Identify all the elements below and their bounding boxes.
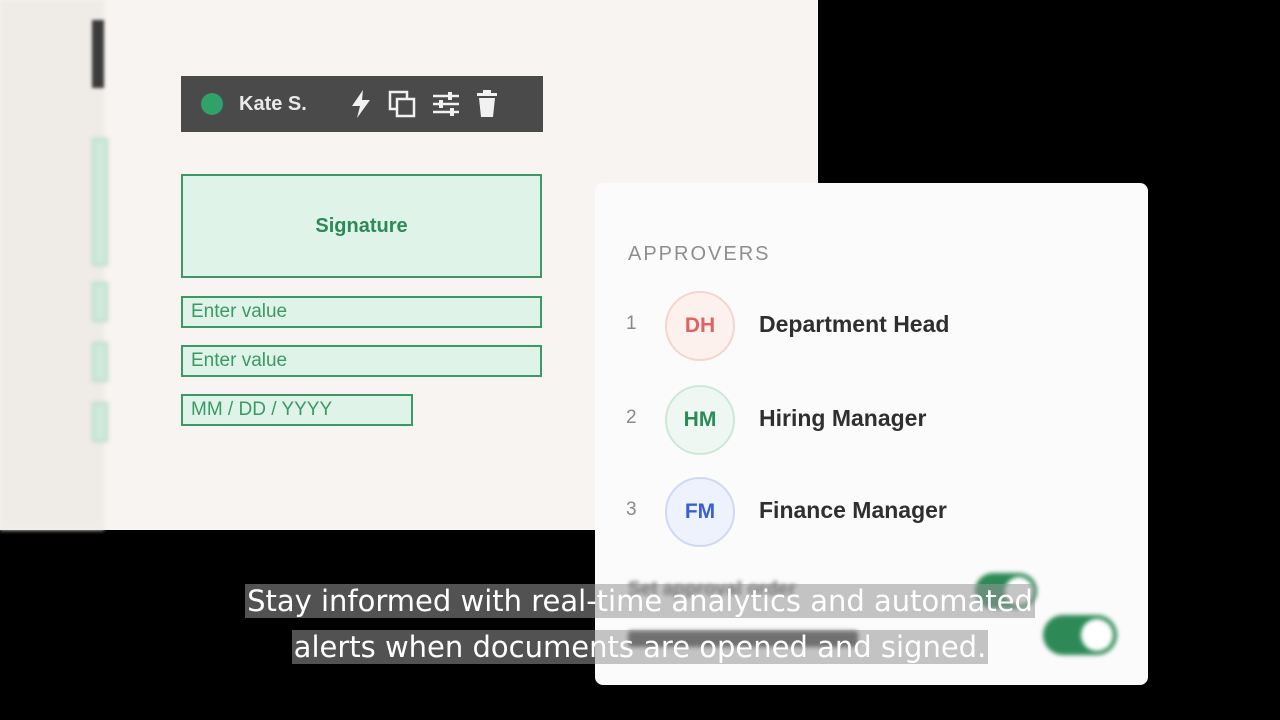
background-field	[92, 342, 108, 382]
caption-line-2: alerts when documents are opened and sig…	[291, 630, 989, 664]
approver-number: 1	[626, 313, 637, 334]
field-toolbar: Kate S.	[181, 76, 543, 132]
avatar: HM	[665, 385, 735, 455]
approvers-title: APPROVERS	[628, 243, 771, 265]
avatar: FM	[665, 477, 735, 547]
text-field-placeholder: Enter value	[191, 350, 288, 371]
approver-row[interactable]: 2 HM Hiring Manager	[595, 385, 1148, 457]
approver-number: 2	[626, 407, 637, 428]
duplicate-icon[interactable]	[387, 89, 417, 119]
approver-name: Department Head	[759, 311, 950, 337]
signature-field[interactable]: Signature	[181, 174, 542, 278]
trash-icon[interactable]	[475, 89, 499, 119]
background-field	[92, 402, 108, 442]
background-toolbar-edge	[92, 20, 104, 88]
avatar: DH	[665, 291, 735, 361]
date-field[interactable]: MM / DD / YYYY	[181, 394, 413, 426]
status-dot	[201, 93, 223, 115]
approver-name: Hiring Manager	[759, 405, 927, 431]
settings-sliders-icon[interactable]	[431, 90, 461, 118]
approver-name: Finance Manager	[759, 497, 947, 523]
background-field	[92, 282, 108, 322]
signature-label: Signature	[315, 214, 408, 237]
lightning-icon[interactable]	[349, 89, 373, 119]
document-edge	[0, 0, 104, 530]
video-caption: Stay informed with real-time analytics a…	[0, 578, 1280, 670]
text-field-placeholder: Enter value	[191, 301, 288, 322]
background-field	[92, 138, 108, 266]
text-field[interactable]: Enter value	[181, 345, 542, 377]
toolbar-actions	[349, 89, 499, 119]
text-field[interactable]: Enter value	[181, 296, 542, 328]
approver-row[interactable]: 3 FM Finance Manager	[595, 477, 1148, 549]
approver-row[interactable]: 1 DH Department Head	[595, 291, 1148, 363]
caption-line-1: Stay informed with real-time analytics a…	[245, 584, 1035, 618]
approver-number: 3	[626, 499, 637, 520]
date-field-placeholder: MM / DD / YYYY	[191, 399, 333, 420]
assignee-name[interactable]: Kate S.	[239, 93, 307, 116]
